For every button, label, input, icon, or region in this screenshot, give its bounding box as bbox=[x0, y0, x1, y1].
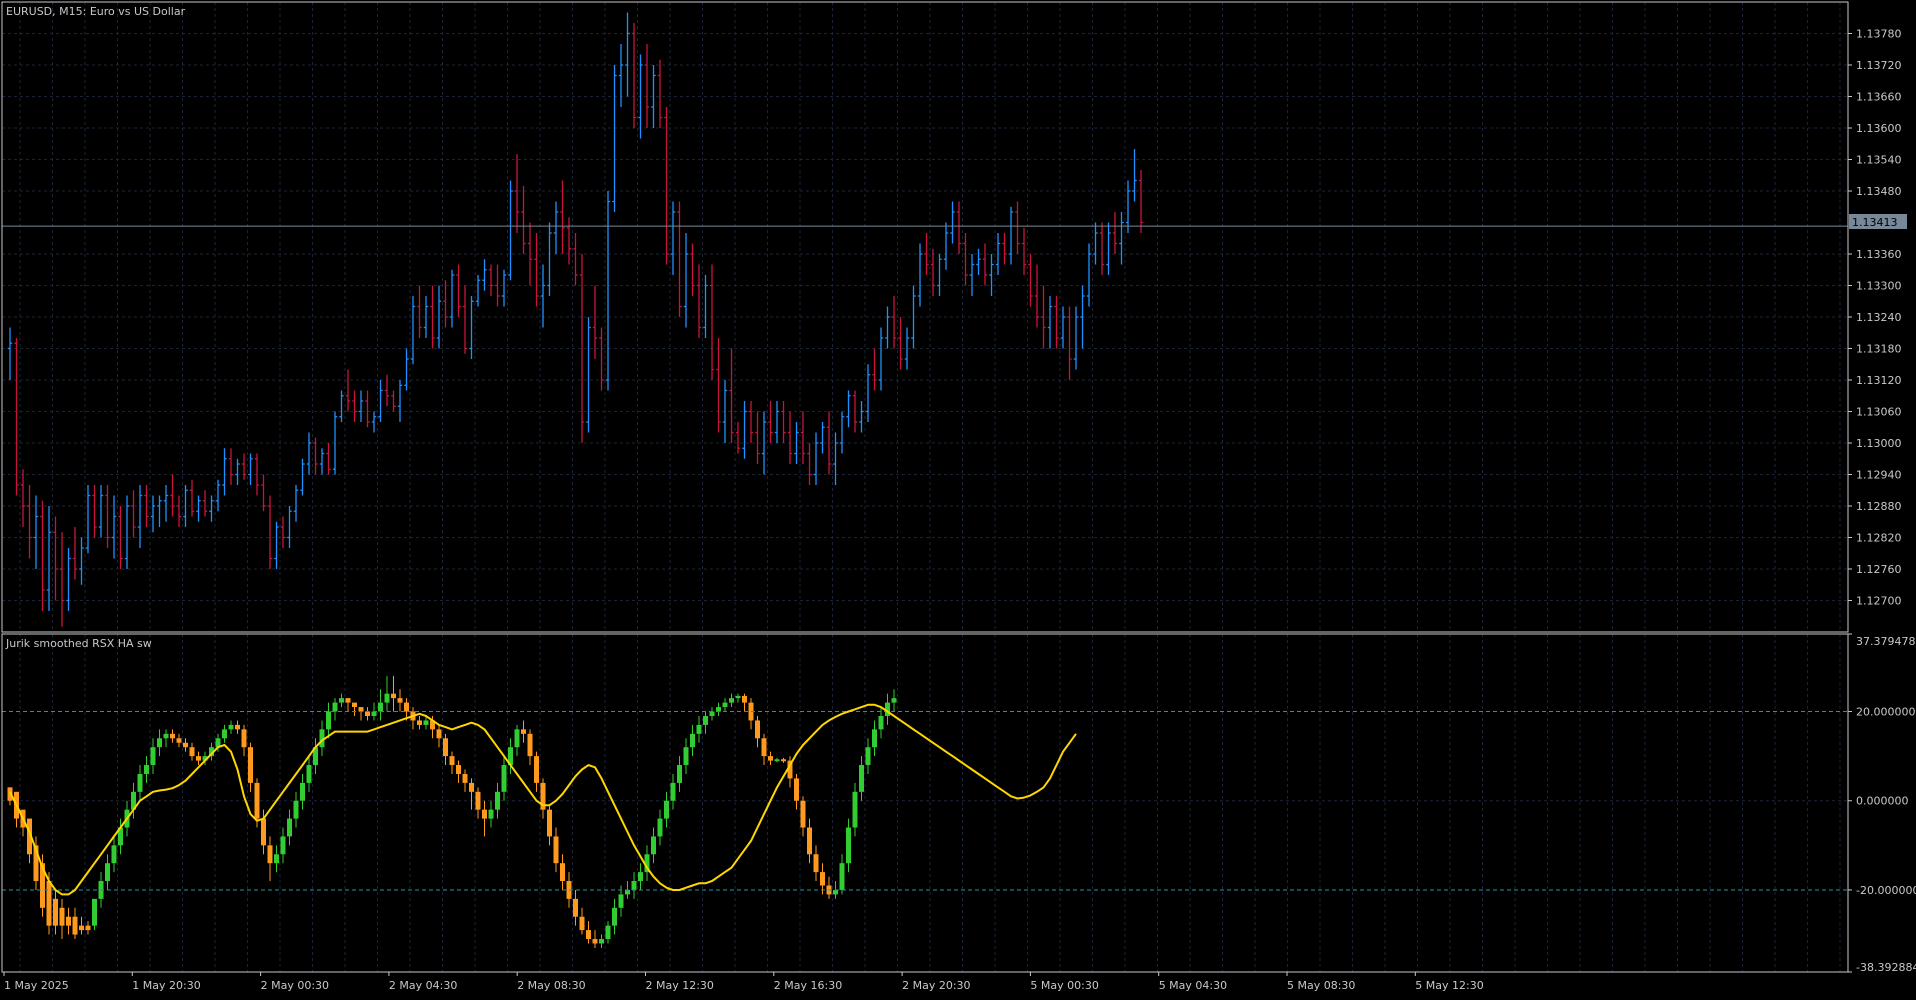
time-tick-label: 2 May 12:30 bbox=[646, 979, 714, 992]
price-tick-label: 1.13480 bbox=[1856, 185, 1902, 198]
time-tick-label: 5 May 08:30 bbox=[1287, 979, 1355, 992]
indicator-tick-label: 37.379478 bbox=[1856, 635, 1916, 648]
time-tick-label: 2 May 16:30 bbox=[774, 979, 842, 992]
price-tick-label: 1.13720 bbox=[1856, 59, 1902, 72]
price-tick-label: 1.13540 bbox=[1856, 154, 1902, 167]
time-tick-label: 2 May 00:30 bbox=[261, 979, 329, 992]
price-tick-label: 1.12820 bbox=[1856, 532, 1902, 545]
indicator-tick-label: 0.000000 bbox=[1856, 795, 1909, 808]
time-tick-label: 5 May 04:30 bbox=[1159, 979, 1227, 992]
price-tick-label: 1.12880 bbox=[1856, 500, 1902, 513]
price-tick-label: 1.13780 bbox=[1856, 28, 1902, 41]
price-tick-label: 1.13360 bbox=[1856, 248, 1902, 261]
chart-canvas: EURUSD, M15: Euro vs US Dollar Jurik smo… bbox=[0, 0, 1916, 996]
indicator-panel-title: Jurik smoothed RSX HA sw bbox=[5, 637, 152, 650]
price-tick-label: 1.13180 bbox=[1856, 343, 1902, 356]
time-tick-label: 5 May 12:30 bbox=[1415, 979, 1483, 992]
time-tick-label: 2 May 20:30 bbox=[902, 979, 970, 992]
price-tick-label: 1.12940 bbox=[1856, 469, 1902, 482]
time-tick-label: 1 May 2025 bbox=[4, 979, 69, 992]
time-tick-label: 2 May 04:30 bbox=[389, 979, 457, 992]
price-tick-label: 1.13000 bbox=[1856, 437, 1902, 450]
price-tick-label: 1.12700 bbox=[1856, 595, 1902, 608]
indicator-tick-label: -20.000000 bbox=[1856, 884, 1916, 897]
time-tick-label: 5 May 00:30 bbox=[1030, 979, 1098, 992]
price-tick-label: 1.12760 bbox=[1856, 563, 1902, 576]
indicator-tick-label: 20.000000 bbox=[1856, 706, 1916, 719]
bid-price-label: 1.13413 bbox=[1852, 216, 1898, 229]
indicator-tick-label: -38.392884 bbox=[1856, 961, 1916, 974]
price-tick-label: 1.13660 bbox=[1856, 91, 1902, 104]
time-tick-label: 1 May 20:30 bbox=[132, 979, 200, 992]
time-tick-label: 2 May 08:30 bbox=[517, 979, 585, 992]
price-tick-label: 1.13300 bbox=[1856, 280, 1902, 293]
ha-bar bbox=[92, 898, 97, 931]
price-tick-label: 1.13240 bbox=[1856, 311, 1902, 324]
price-tick-label: 1.13060 bbox=[1856, 406, 1902, 419]
main-panel-title: EURUSD, M15: Euro vs US Dollar bbox=[6, 5, 186, 18]
price-tick-label: 1.13120 bbox=[1856, 374, 1902, 387]
price-tick-label: 1.13600 bbox=[1856, 122, 1902, 135]
chart-root: EURUSD, M15: Euro vs US Dollar Jurik smo… bbox=[0, 0, 1916, 996]
